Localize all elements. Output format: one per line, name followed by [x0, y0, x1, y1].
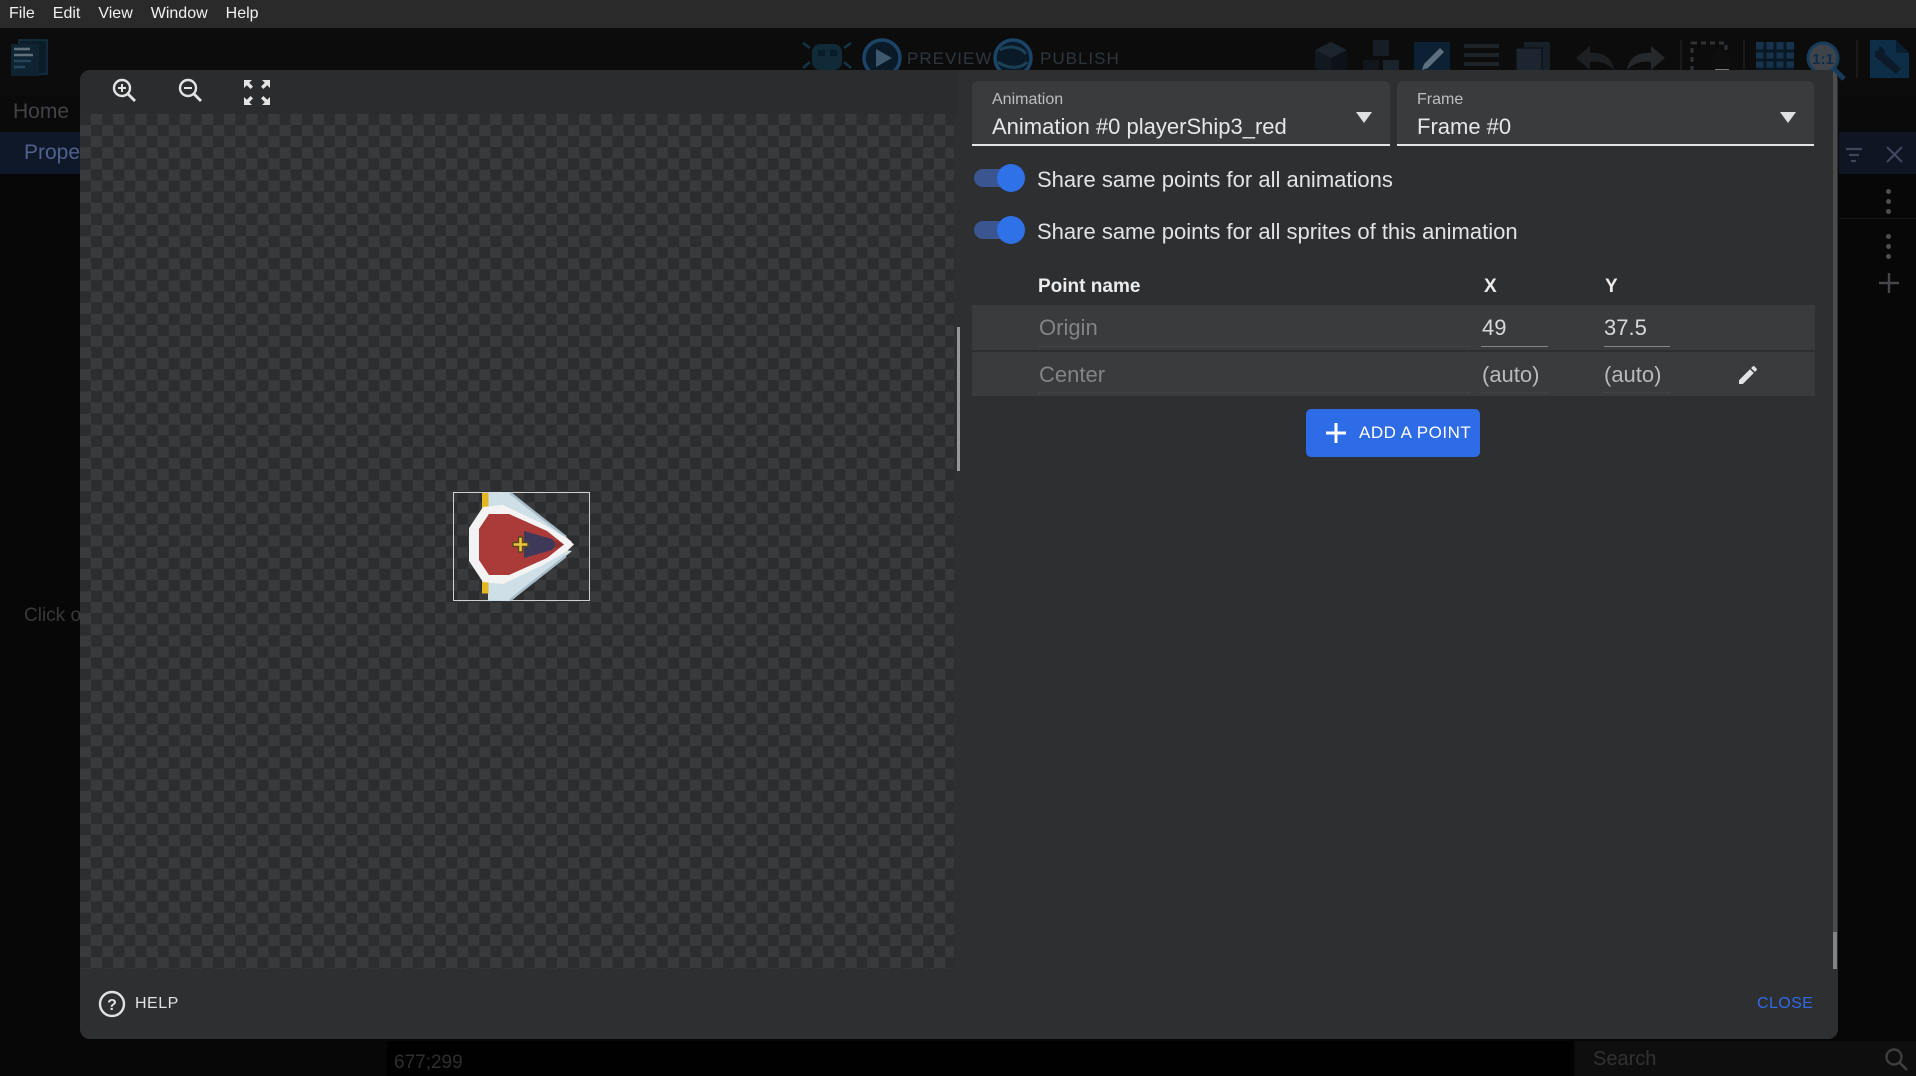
svg-text:PUBLISH: PUBLISH	[1040, 49, 1120, 68]
svg-text:PREVIEW: PREVIEW	[907, 49, 992, 68]
svg-text:1:1: 1:1	[1812, 51, 1834, 68]
svg-text:?: ?	[107, 997, 117, 1014]
